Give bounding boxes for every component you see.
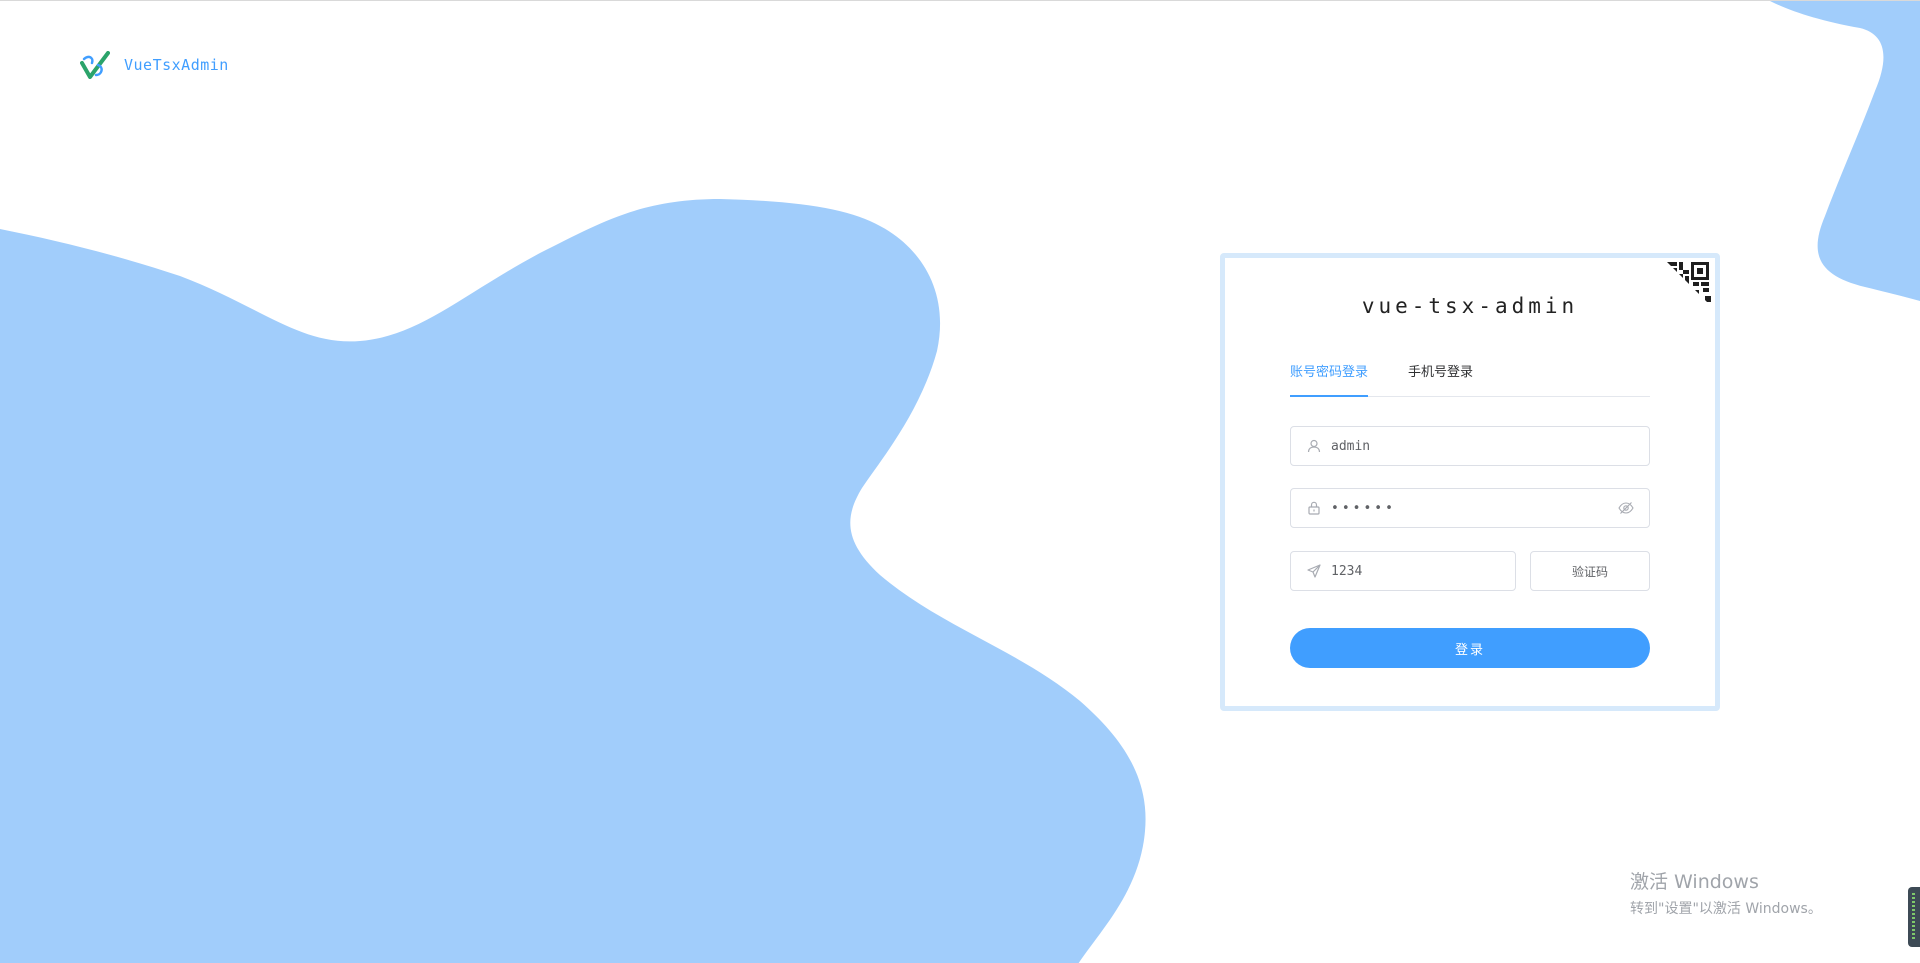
captcha-input[interactable] (1331, 563, 1515, 579)
login-page: VueTsxAdmin vue-tsx-admin 账号密码登录 手机号登录 a… (0, 0, 1920, 963)
login-button[interactable]: 登录 (1290, 628, 1650, 668)
watermark-title: 激活 Windows (1630, 871, 1759, 893)
logo-icon (80, 51, 110, 79)
user-icon (1305, 437, 1323, 455)
login-title: vue-tsx-admin (1361, 294, 1579, 318)
lock-icon (1305, 499, 1323, 517)
brand[interactable]: VueTsxAdmin (80, 51, 229, 79)
password-input[interactable] (1331, 500, 1617, 516)
app-name: VueTsxAdmin (124, 56, 229, 74)
username-field[interactable] (1290, 426, 1650, 466)
tab-account-password[interactable]: 账号密码登录 (1290, 358, 1369, 397)
password-field[interactable] (1290, 488, 1650, 528)
login-tabs: 账号密码登录 手机号登录 (1290, 358, 1650, 397)
side-widget-handle[interactable] (1908, 887, 1920, 947)
eye-off-icon[interactable] (1617, 499, 1635, 517)
tab-phone-login[interactable]: 手机号登录 (1408, 358, 1473, 396)
send-icon (1305, 562, 1323, 580)
windows-activation-watermark: 激活 Windows 转到"设置"以激活 Windows。 (1630, 867, 1822, 918)
captcha-field[interactable] (1290, 551, 1516, 591)
watermark-subtitle: 转到"设置"以激活 Windows。 (1630, 901, 1822, 917)
get-captcha-button[interactable]: 验证码 (1530, 551, 1650, 591)
login-card: vue-tsx-admin 账号密码登录 手机号登录 admin •••••• … (1220, 253, 1720, 711)
username-input[interactable] (1331, 438, 1649, 454)
